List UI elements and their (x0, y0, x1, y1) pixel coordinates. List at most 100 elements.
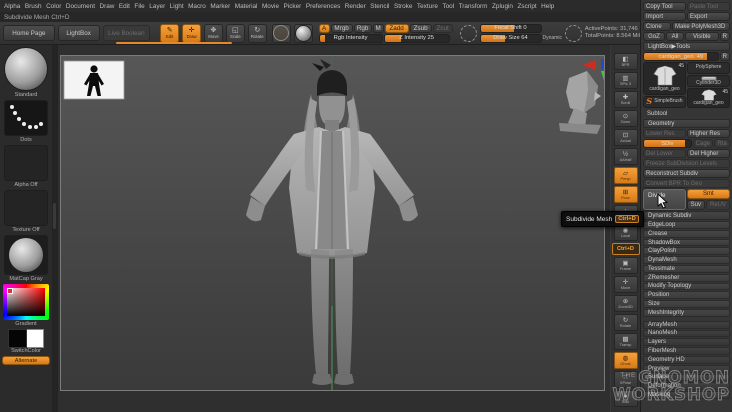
rotate-view-button[interactable]: ↻ Rotate (613, 314, 638, 331)
zsub-toggle[interactable]: Zsub (409, 23, 432, 33)
menu-movie[interactable]: Movie (262, 3, 279, 10)
xpose-button[interactable]: ∷ XPose (613, 371, 638, 388)
section-tessimate[interactable]: Tessimate (643, 264, 730, 273)
section-preview[interactable]: Preview (643, 364, 730, 373)
reuv-button[interactable]: ReUV (705, 200, 730, 210)
menu-draw[interactable]: Draw (99, 3, 114, 10)
section-dynamesh[interactable]: DynaMesh (643, 256, 730, 264)
dynamic-mode-label[interactable]: Dynamic (543, 35, 562, 42)
tool-cylinder3d[interactable]: Cylinder3D (687, 74, 730, 87)
secondary-color-swatch[interactable] (25, 329, 44, 348)
section-size[interactable]: Size (643, 300, 730, 308)
zoom3d-button[interactable]: ⊕ Zoom3D (613, 295, 638, 312)
section-nanomesh[interactable]: NanoMesh (643, 329, 730, 338)
section-deformation[interactable]: Deformation (643, 382, 730, 391)
live-boolean-button[interactable]: Live Boolean (102, 25, 151, 41)
dots-stroke-icon[interactable] (4, 100, 48, 136)
rgb-toggle[interactable]: Rgb (353, 23, 372, 33)
rta-button[interactable]: Rta (714, 139, 730, 148)
menu-material[interactable]: Material (235, 3, 258, 10)
focal-shift-slider[interactable]: Focal Shift 0 (479, 23, 542, 33)
bpr-button[interactable]: ◧ BPR (613, 53, 638, 70)
goz-visible-button[interactable]: Visible (685, 32, 719, 41)
current-brush-button[interactable] (271, 23, 291, 43)
alpha-selector[interactable]: Alpha Off (4, 145, 48, 188)
goz-all-button[interactable]: All (666, 32, 684, 41)
section-edgeloop[interactable]: EdgeLoop (643, 221, 730, 229)
home-page-button[interactable]: Home Page (3, 25, 55, 41)
section-layers[interactable]: Layers (643, 338, 730, 347)
ghost-button[interactable]: ◍ Ghost (613, 352, 638, 369)
menu-document[interactable]: Document (66, 3, 95, 10)
cage-button[interactable]: Cage (692, 139, 713, 148)
paint-a-toggle[interactable]: A (318, 23, 330, 33)
menu-stroke[interactable]: Stroke (394, 3, 412, 10)
alpha-off-icon[interactable] (4, 145, 48, 181)
move-button[interactable]: ✥ Move (204, 23, 223, 43)
planes-head-bust[interactable] (559, 71, 601, 134)
section-claypolish[interactable]: ClayPolish (643, 247, 730, 256)
lightbox-button[interactable]: LightBox (57, 25, 100, 41)
geometry-section-header[interactable]: Geometry (643, 119, 730, 128)
tool-simplebrush[interactable]: S SimpleBrush (643, 95, 686, 108)
higher-res-button[interactable]: Higher Res (687, 129, 730, 138)
menu-macro[interactable]: Macro (188, 3, 206, 10)
section-surface[interactable]: Surface (643, 373, 730, 382)
aahalf-button[interactable]: ½ AAHalf (613, 148, 638, 165)
matcap-gray-icon[interactable] (4, 235, 48, 275)
menu-zplugin[interactable]: Zplugin (492, 3, 513, 10)
menu-color[interactable]: Color (46, 3, 61, 10)
goz-button[interactable]: GoZ (643, 32, 665, 41)
standard-brush-icon[interactable] (4, 47, 48, 91)
menu-picker[interactable]: Picker (284, 3, 302, 10)
zoom-button[interactable]: ⊙ Zoom (613, 110, 638, 127)
reference-silhouette-image[interactable] (63, 60, 125, 100)
stroke-selector[interactable]: Dots (4, 100, 48, 143)
del-higher-button[interactable]: Del Higher (687, 149, 730, 158)
m-toggle[interactable]: M (372, 23, 384, 33)
lower-res-button[interactable]: Lower Res (643, 129, 686, 138)
z-intensity-slider[interactable]: Z Intensity 25 (383, 33, 450, 43)
section-fibermesh[interactable]: FiberMesh (643, 347, 730, 355)
draw-button[interactable]: ✛ Draw (182, 23, 202, 43)
suv-toggle[interactable]: Suv (686, 200, 705, 210)
zadd-toggle[interactable]: Zadd (384, 23, 409, 33)
move-view-button[interactable]: ✛ Move (613, 276, 638, 293)
clone-button[interactable]: Clone (643, 22, 671, 31)
main-color-swatch[interactable] (8, 329, 27, 348)
actual-button[interactable]: ⊡ Actual (613, 129, 638, 146)
copy-tool-button[interactable]: Copy Tool (643, 2, 686, 11)
freeze-subdivision-button[interactable]: Freeze SubDivision Levels (643, 159, 730, 168)
subtool-section-header[interactable]: Subtool (643, 109, 730, 118)
smt-toggle[interactable]: Smt (686, 189, 730, 199)
color-picker-gradient[interactable] (3, 284, 49, 320)
material-selector[interactable]: MatCap Gray (4, 235, 48, 282)
switch-color[interactable]: SwitchColor (8, 329, 44, 354)
make-polymesh3d-button[interactable]: Make PolyMesh3D (672, 22, 730, 31)
import-button[interactable]: Import (643, 12, 686, 21)
section-arraymesh[interactable]: ArrayMesh (643, 320, 730, 329)
menu-light[interactable]: Light (170, 3, 184, 10)
zcut-toggle[interactable]: Zcut (432, 23, 453, 33)
menu-render[interactable]: Render (345, 3, 366, 10)
lightbox-tools-bar[interactable]: LightBox▶Tools (643, 42, 730, 51)
del-lower-button[interactable]: Del Lower (643, 149, 686, 158)
paste-tool-button[interactable]: Paste Tool (687, 2, 730, 11)
section-position[interactable]: Position (643, 291, 730, 300)
alternate-button[interactable]: Alternate (2, 356, 50, 365)
menu-tool[interactable]: Tool (442, 3, 454, 10)
canvas-viewport[interactable] (58, 45, 610, 412)
menu-preferences[interactable]: Preferences (306, 3, 340, 10)
section-crease[interactable]: Crease (643, 229, 730, 238)
document-area[interactable] (60, 55, 605, 391)
rotate-button[interactable]: ↻ Rotate (247, 23, 267, 43)
floor-button[interactable]: ⊞ Floor (613, 186, 638, 203)
section-meshintegrity[interactable]: MeshIntegrity (643, 308, 730, 317)
menu-texture[interactable]: Texture (417, 3, 438, 10)
rgb-intensity-slider[interactable]: Rgb Intensity (318, 33, 383, 43)
scroll-button[interactable]: ✚ Scroll (613, 91, 638, 108)
current-material-button[interactable] (293, 23, 313, 43)
menu-marker[interactable]: Marker (210, 3, 230, 10)
gradient-label[interactable]: Gradient (15, 321, 36, 327)
convert-bpr-button[interactable]: Convert BPR To Geo (643, 179, 730, 188)
